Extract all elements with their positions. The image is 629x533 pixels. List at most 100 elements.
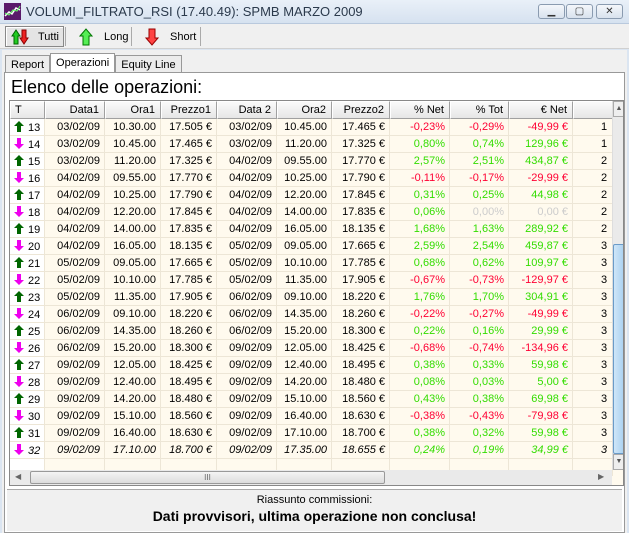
cell-extra: 3 — [573, 272, 613, 289]
cell-pct-net: 0,06% — [390, 204, 450, 221]
table-row[interactable]: 22 05/02/09 10.10.00 17.785 €05/02/09 11.35.… — [10, 272, 613, 289]
cell-ora1: 11.20.00 — [105, 153, 161, 170]
cell-ora1: 15.10.00 — [105, 408, 161, 425]
column-header-t[interactable]: T — [10, 101, 45, 119]
column-header-eur-net[interactable]: € Net — [509, 101, 573, 119]
cell-pct-net: 0,80% — [390, 136, 450, 153]
scroll-down-button[interactable]: ▼ — [613, 454, 623, 470]
table-row[interactable]: 31 09/02/09 16.40.00 18.630 €09/02/09 17.10.… — [10, 425, 613, 442]
short-arrow-icon — [14, 138, 24, 152]
cell-data1: 04/02/09 — [45, 238, 105, 255]
cell-prezzo1: 18.220 € — [161, 306, 217, 323]
table-row[interactable]: 13 03/02/09 10.30.00 17.505 €03/02/09 10.45.… — [10, 119, 613, 136]
cell-t: 26 — [10, 340, 45, 357]
cell-extra: 2 — [573, 204, 613, 221]
column-header-data1[interactable]: Data1 — [45, 101, 105, 119]
table-row[interactable]: 20 04/02/09 16.05.00 18.135 €05/02/09 09.05.… — [10, 238, 613, 255]
scroll-left-button[interactable]: ◀ — [15, 472, 21, 481]
table-row[interactable]: 17 04/02/09 10.25.00 17.790 €04/02/09 12.20.… — [10, 187, 613, 204]
table-row[interactable]: 30 09/02/09 15.10.00 18.560 €09/02/09 16.40.… — [10, 408, 613, 425]
horizontal-scrollbar[interactable]: ◀ III ▶ — [10, 470, 612, 485]
trade-number: 19 — [28, 224, 41, 236]
table-row[interactable]: 28 09/02/09 12.40.00 18.495 €09/02/09 14.20.… — [10, 374, 613, 391]
cell-pct-net: -0,38% — [390, 408, 450, 425]
cell-prezzo2: 17.325 € — [332, 136, 390, 153]
horizontal-scroll-thumb[interactable]: III — [30, 471, 385, 484]
cell-extra: 1 — [573, 119, 613, 136]
cell-ora2: 17.35.00 — [277, 442, 332, 459]
cell-prezzo1: 17.790 € — [161, 187, 217, 204]
table-row[interactable]: 23 05/02/09 11.35.00 17.905 €06/02/09 09.10.… — [10, 289, 613, 306]
cell-prezzo1: 18.630 € — [161, 425, 217, 442]
cell-data2: 09/02/09 — [217, 425, 277, 442]
tab-operazioni[interactable]: Operazioni — [50, 53, 116, 74]
cell-prezzo2: 17.665 € — [332, 238, 390, 255]
table-row[interactable]: 18 04/02/09 12.20.00 17.845 €04/02/09 14.00.… — [10, 204, 613, 221]
filter-short-button[interactable]: Short — [138, 26, 200, 47]
filter-long-button[interactable]: Long — [72, 26, 132, 47]
trade-number: 22 — [28, 275, 41, 287]
column-header-prezzo1[interactable]: Prezzo1 — [161, 101, 217, 119]
column-header-pct-net[interactable]: % Net — [390, 101, 450, 119]
cell-prezzo2: 17.785 € — [332, 255, 390, 272]
cell-data1: 04/02/09 — [45, 170, 105, 187]
cell-eur-net: 59,98 € — [509, 357, 573, 374]
column-header-extra[interactable] — [573, 101, 613, 119]
cell-pct-net: -0,23% — [390, 119, 450, 136]
table-row[interactable]: 32 09/02/09 17.10.00 18.700 €09/02/09 17.35.… — [10, 442, 613, 459]
cell-data1: 04/02/09 — [45, 204, 105, 221]
short-arrow-icon — [14, 376, 24, 390]
cell-pct-tot: 0,32% — [450, 425, 509, 442]
cell-data1: 06/02/09 — [45, 340, 105, 357]
table-row[interactable]: 24 06/02/09 09.10.00 18.220 €06/02/09 14.35.… — [10, 306, 613, 323]
vertical-scrollbar[interactable]: ▲ ▼ — [612, 101, 623, 470]
cell-t: 28 — [10, 374, 45, 391]
cell-ora2: 11.35.00 — [277, 272, 332, 289]
vertical-scroll-thumb[interactable] — [613, 244, 623, 454]
column-header-ora1[interactable]: Ora1 — [105, 101, 161, 119]
trade-number: 25 — [28, 326, 41, 338]
cell-ora2: 12.40.00 — [277, 357, 332, 374]
column-header-prezzo2[interactable]: Prezzo2 — [332, 101, 390, 119]
cell-pct-tot: 0,00% — [450, 204, 509, 221]
short-arrow-icon — [14, 172, 24, 186]
long-arrow-icon — [14, 325, 24, 339]
table-row[interactable]: 16 04/02/09 09.55.00 17.770 €04/02/09 10.25.… — [10, 170, 613, 187]
cell-eur-net: 289,92 € — [509, 221, 573, 238]
cell-ora2: 10.45.00 — [277, 119, 332, 136]
minimize-button[interactable]: ▁ — [538, 4, 565, 19]
scroll-up-button[interactable]: ▲ — [613, 101, 623, 117]
column-header-pct-tot[interactable]: % Tot — [450, 101, 509, 119]
table-row[interactable]: 27 09/02/09 12.05.00 18.425 €09/02/09 12.40.… — [10, 357, 613, 374]
cell-prezzo1: 18.495 € — [161, 374, 217, 391]
filter-all-button[interactable]: Tutti — [5, 26, 64, 47]
cell-data2: 05/02/09 — [217, 272, 277, 289]
cell-data2: 09/02/09 — [217, 408, 277, 425]
maximize-button[interactable]: ▢ — [566, 4, 593, 19]
table-row[interactable]: 21 05/02/09 09.05.00 17.665 €05/02/09 10.10.… — [10, 255, 613, 272]
table-row[interactable]: 26 06/02/09 15.20.00 18.300 €09/02/09 12.05.… — [10, 340, 613, 357]
cell-data2: 09/02/09 — [217, 374, 277, 391]
cell-t: 29 — [10, 391, 45, 408]
table-row[interactable]: 14 03/02/09 10.45.00 17.465 €03/02/09 11.20.… — [10, 136, 613, 153]
close-button[interactable]: ✕ — [596, 4, 623, 19]
cell-pct-net: -0,11% — [390, 170, 450, 187]
cell-prezzo1: 17.845 € — [161, 204, 217, 221]
cell-ora1: 10.25.00 — [105, 187, 161, 204]
cell-pct-net: -0,67% — [390, 272, 450, 289]
cell-pct-tot: 2,51% — [450, 153, 509, 170]
column-header-ora2[interactable]: Ora2 — [277, 101, 332, 119]
table-row[interactable]: 19 04/02/09 14.00.00 17.835 €04/02/09 16.05.… — [10, 221, 613, 238]
cell-ora1: 10.10.00 — [105, 272, 161, 289]
cell-ora1: 10.30.00 — [105, 119, 161, 136]
table-row[interactable]: 29 09/02/09 14.20.00 18.480 €09/02/09 15.10.… — [10, 391, 613, 408]
trade-number: 32 — [28, 445, 41, 457]
column-header-data2[interactable]: Data 2 — [217, 101, 277, 119]
table-row[interactable]: 15 03/02/09 11.20.00 17.325 €04/02/09 09.55.… — [10, 153, 613, 170]
cell-ora2: 16.05.00 — [277, 221, 332, 238]
table-row[interactable]: 25 06/02/09 14.35.00 18.260 €06/02/09 15.20.… — [10, 323, 613, 340]
cell-ora1: 16.05.00 — [105, 238, 161, 255]
scroll-right-button[interactable]: ▶ — [598, 472, 604, 481]
cell-prezzo2: 18.300 € — [332, 323, 390, 340]
cell-eur-net: 109,97 € — [509, 255, 573, 272]
